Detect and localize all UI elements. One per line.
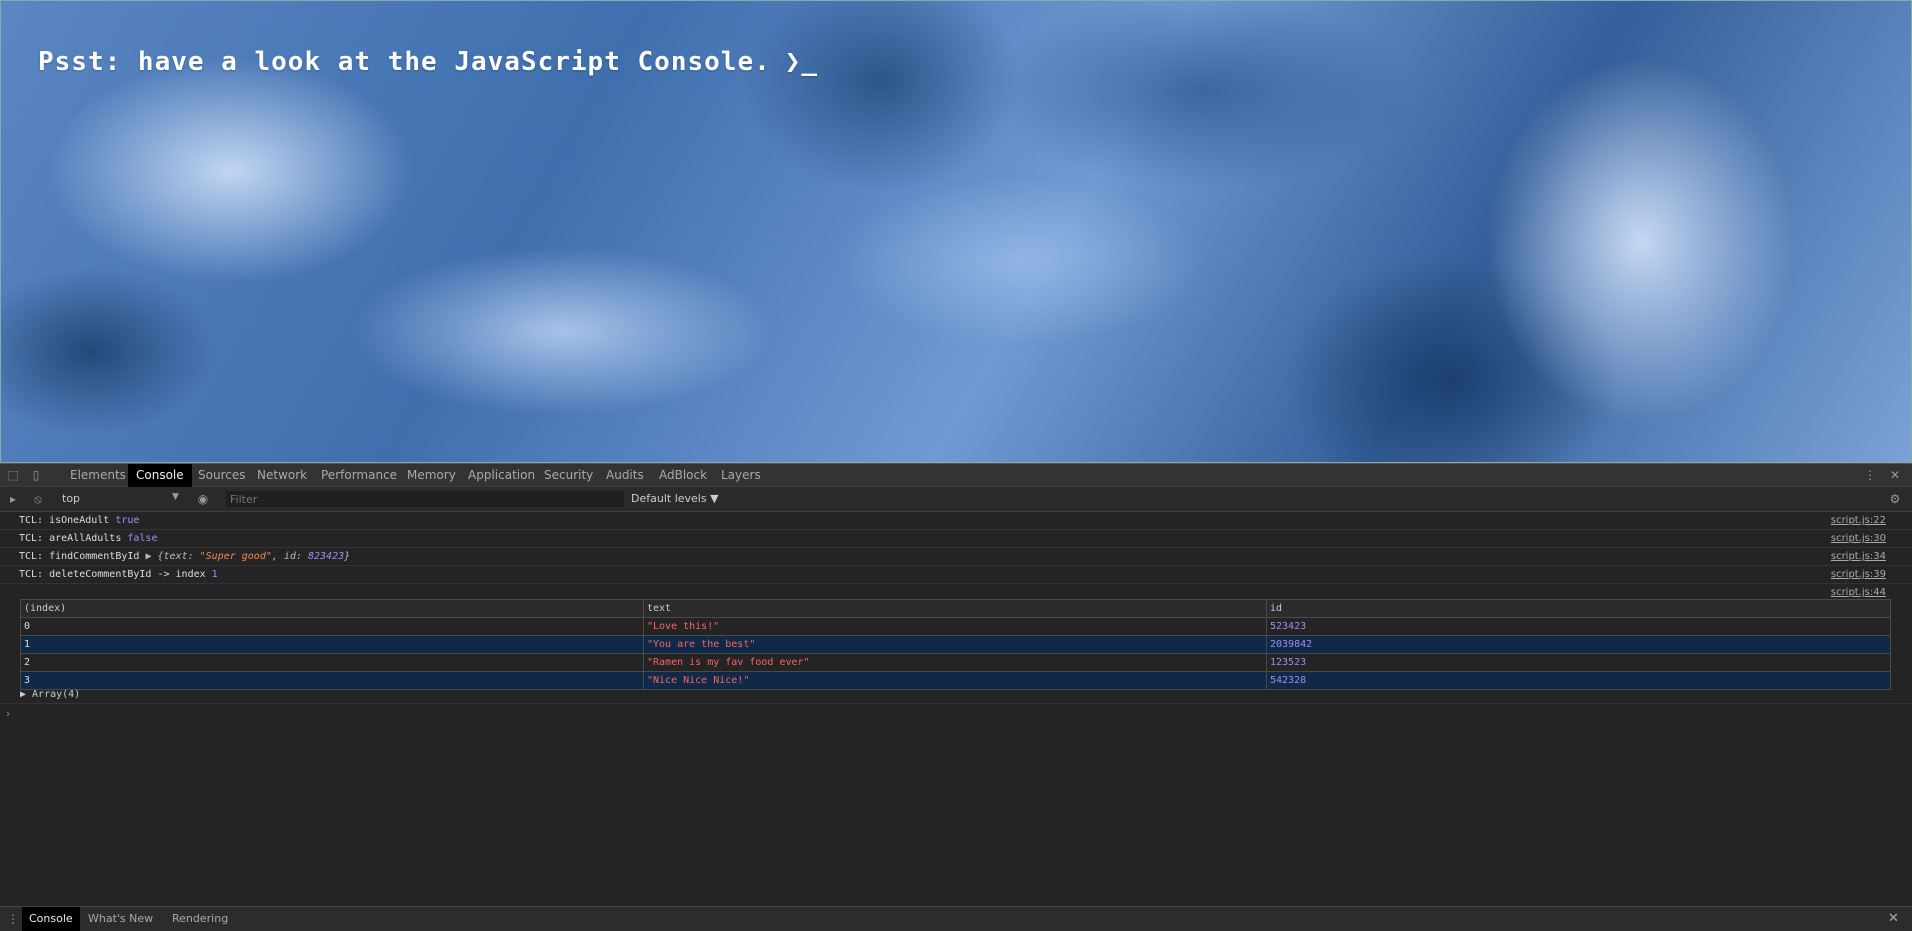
drawer-menu-icon[interactable]: ⋮ <box>6 912 20 926</box>
log-message: TCL: areAllAdults false <box>19 533 158 544</box>
drawer-tab-whats-new[interactable]: What's New <box>81 907 160 931</box>
more-options-icon[interactable]: ⋮ <box>1863 468 1877 482</box>
table-cell-text: "Love this!" <box>643 617 1267 636</box>
console-log-row: TCL: deleteCommentById -> index 1 script… <box>0 566 1912 584</box>
clear-console-icon[interactable]: ⦸ <box>31 492 45 506</box>
table-cell-id: 542328 <box>1266 671 1891 690</box>
log-message: TCL: deleteCommentById -> index 1 <box>19 569 218 580</box>
table-cell-text: "Nice Nice Nice!" <box>643 671 1267 690</box>
close-devtools-icon[interactable]: ✕ <box>1888 468 1902 482</box>
tab-console[interactable]: Console <box>128 464 192 487</box>
tab-network[interactable]: Network <box>249 464 315 487</box>
table-row: 0 "Love this!" 523423 <box>20 617 1891 636</box>
object-preview[interactable]: ▶ {text: "Super good", id: 823423} <box>145 551 350 562</box>
hero-message-text: Psst: have a look at the JavaScript Cons… <box>38 47 771 77</box>
table-cell-index: 0 <box>20 617 644 636</box>
log-source-link[interactable]: script.js:30 <box>1831 533 1886 544</box>
console-log-row: TCL: findCommentById ▶ {text: "Super goo… <box>0 548 1912 566</box>
log-source-link[interactable]: script.js:34 <box>1831 551 1886 562</box>
log-source-link[interactable]: script.js:44 <box>1831 587 1886 598</box>
drawer-tab-rendering[interactable]: Rendering <box>165 907 235 931</box>
page-hero-background: Psst: have a look at the JavaScript Cons… <box>0 0 1912 463</box>
table-row: 3 "Nice Nice Nice!" 542328 <box>20 671 1891 690</box>
devtools-panel: ⬚ ▯ Elements Console Sources Network Per… <box>0 463 1912 931</box>
log-message: TCL: isOneAdult true <box>19 515 140 526</box>
table-cell-text: "Ramen is my fav food ever" <box>643 653 1267 672</box>
console-table: (index) text id 0 "Love this!" 523423 1 … <box>20 599 1891 690</box>
tab-elements[interactable]: Elements <box>62 464 134 487</box>
tab-application[interactable]: Application <box>460 464 543 487</box>
column-header-index[interactable]: (index) <box>20 599 644 618</box>
context-selector[interactable]: top <box>62 492 80 505</box>
tab-security[interactable]: Security <box>536 464 601 487</box>
console-divider <box>0 703 1912 704</box>
device-toolbar-icon[interactable]: ▯ <box>29 468 43 482</box>
terminal-prompt-icon: ❯_ <box>784 47 819 77</box>
devtools-tabbar: ⬚ ▯ Elements Console Sources Network Per… <box>0 463 1912 487</box>
table-header-row: (index) text id <box>20 599 1891 618</box>
drawer-tab-console[interactable]: Console <box>22 907 80 931</box>
tab-layers[interactable]: Layers <box>713 464 769 487</box>
console-log-row: TCL: areAllAdults false script.js:30 <box>0 530 1912 548</box>
console-filter-input[interactable] <box>226 491 624 507</box>
log-levels-dropdown[interactable]: Default levels ▼ <box>631 492 719 505</box>
table-cell-index: 3 <box>20 671 644 690</box>
log-message: TCL: findCommentById ▶ {text: "Super goo… <box>19 551 351 562</box>
table-row: 2 "Ramen is my fav food ever" 123523 <box>20 653 1891 672</box>
console-settings-gear-icon[interactable]: ⚙ <box>1888 492 1902 506</box>
log-source-link[interactable]: script.js:39 <box>1831 569 1886 580</box>
column-header-text[interactable]: text <box>643 599 1267 618</box>
devtools-drawer: ⋮ Console What's New Rendering ✕ <box>0 906 1912 931</box>
tab-performance[interactable]: Performance <box>313 464 405 487</box>
console-log-row: TCL: isOneAdult true script.js:22 <box>0 512 1912 530</box>
tab-sources[interactable]: Sources <box>190 464 253 487</box>
log-source-link[interactable]: script.js:22 <box>1831 515 1886 526</box>
table-cell-text: "You are the best" <box>643 635 1267 654</box>
sidebar-toggle-icon[interactable]: ▸ <box>6 492 20 506</box>
table-cell-id: 2039842 <box>1266 635 1891 654</box>
hero-message: Psst: have a look at the JavaScript Cons… <box>38 47 818 77</box>
array-summary-expander[interactable]: ▶ Array(4) <box>20 689 80 700</box>
close-drawer-icon[interactable]: ✕ <box>1888 911 1899 926</box>
table-row: 1 "You are the best" 2039842 <box>20 635 1891 654</box>
console-toolbar: ▸ ⦸ top ▼ ◉ Default levels ▼ ⚙ <box>0 487 1912 512</box>
tab-memory[interactable]: Memory <box>399 464 464 487</box>
live-expression-eye-icon[interactable]: ◉ <box>196 492 210 506</box>
inspect-element-icon[interactable]: ⬚ <box>6 468 20 482</box>
table-cell-index: 1 <box>20 635 644 654</box>
console-prompt-caret[interactable]: › <box>6 707 10 720</box>
tab-audits[interactable]: Audits <box>598 464 652 487</box>
context-dropdown-icon[interactable]: ▼ <box>172 492 179 502</box>
table-cell-index: 2 <box>20 653 644 672</box>
table-cell-id: 523423 <box>1266 617 1891 636</box>
column-header-id[interactable]: id <box>1266 599 1891 618</box>
table-cell-id: 123523 <box>1266 653 1891 672</box>
tab-adblock[interactable]: AdBlock <box>651 464 715 487</box>
